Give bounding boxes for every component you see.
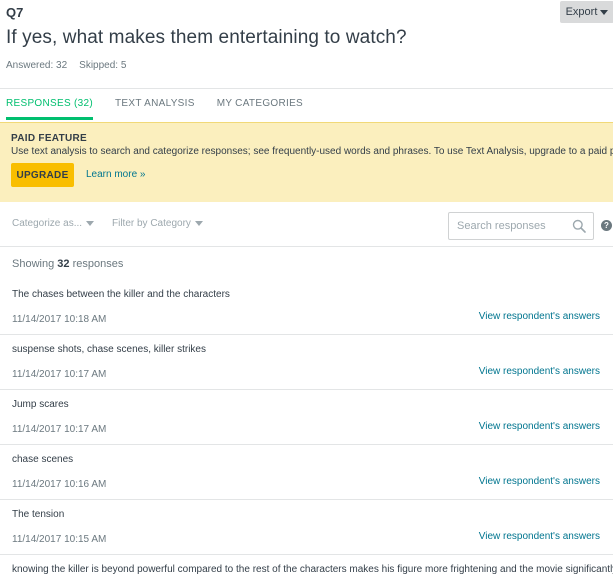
answered-count: Answered: 32	[6, 60, 68, 71]
chevron-down-icon	[194, 221, 203, 226]
search-input[interactable]	[457, 220, 567, 232]
question-stats: Answered: 32 Skipped: 5	[6, 60, 126, 71]
response-row: knowing the killer is beyond powerful co…	[0, 555, 613, 585]
question-title: If yes, what makes them entertaining to …	[6, 27, 407, 48]
tab-bar: RESPONSES (32) TEXT ANALYSIS MY CATEGORI…	[0, 88, 613, 120]
export-button[interactable]: Export	[560, 1, 613, 23]
categorize-dropdown[interactable]: Categorize as...	[12, 218, 95, 229]
response-list: The chases between the killer and the ch…	[0, 280, 613, 585]
view-respondent-link[interactable]: View respondent's answers	[479, 531, 600, 542]
paid-feature-description: Use text analysis to search and categori…	[11, 146, 613, 157]
search-box	[448, 212, 594, 240]
tab-text-analysis[interactable]: TEXT ANALYSIS	[115, 89, 195, 120]
showing-number: 32	[57, 258, 70, 270]
view-respondent-link[interactable]: View respondent's answers	[479, 476, 600, 487]
response-text: Jump scares	[12, 399, 69, 410]
export-label: Export	[565, 6, 598, 18]
showing-prefix: Showing	[12, 258, 55, 270]
response-date: 11/14/2017 10:18 AM	[12, 314, 107, 325]
response-row: The chases between the killer and the ch…	[0, 280, 613, 335]
tab-my-categories[interactable]: MY CATEGORIES	[217, 89, 303, 120]
chevron-down-icon	[86, 221, 95, 226]
paid-feature-banner: PAID FEATURE Use text analysis to search…	[0, 122, 613, 202]
response-text: The tension	[12, 509, 65, 520]
response-text: The chases between the killer and the ch…	[12, 289, 230, 300]
response-text: suspense shots, chase scenes, killer str…	[12, 344, 206, 355]
response-date: 11/14/2017 10:16 AM	[12, 479, 107, 490]
categorize-label: Categorize as...	[12, 218, 83, 229]
view-respondent-link[interactable]: View respondent's answers	[479, 366, 600, 377]
response-date: 11/14/2017 10:15 AM	[12, 534, 107, 545]
tab-responses[interactable]: RESPONSES (32)	[6, 89, 94, 120]
search-icon[interactable]	[572, 219, 586, 233]
filter-bar: Categorize as... Filter by Category ?	[0, 203, 613, 247]
filter-category-dropdown[interactable]: Filter by Category	[112, 218, 203, 229]
filter-category-label: Filter by Category	[112, 218, 191, 229]
showing-count: Showing 32 responses	[12, 258, 123, 270]
paid-feature-title: PAID FEATURE	[11, 133, 88, 144]
response-text: knowing the killer is beyond powerful co…	[12, 564, 613, 575]
response-row: Jump scares 11/14/2017 10:17 AM View res…	[0, 390, 613, 445]
response-date: 11/14/2017 10:17 AM	[12, 424, 107, 435]
view-respondent-link[interactable]: View respondent's answers	[479, 311, 600, 322]
help-icon[interactable]: ?	[601, 220, 612, 231]
response-row: suspense shots, chase scenes, killer str…	[0, 335, 613, 390]
response-row: chase scenes 11/14/2017 10:16 AM View re…	[0, 445, 613, 500]
question-number: Q7	[6, 5, 24, 20]
response-date: 11/14/2017 10:17 AM	[12, 369, 107, 380]
response-row: The tension 11/14/2017 10:15 AM View res…	[0, 500, 613, 555]
upgrade-button[interactable]: UPGRADE	[11, 163, 74, 187]
view-respondent-link[interactable]: View respondent's answers	[479, 421, 600, 432]
chevron-down-icon	[600, 9, 609, 15]
skipped-count: Skipped: 5	[79, 60, 127, 71]
showing-suffix: responses	[72, 258, 124, 270]
response-text: chase scenes	[12, 454, 74, 465]
learn-more-link[interactable]: Learn more »	[86, 169, 145, 180]
